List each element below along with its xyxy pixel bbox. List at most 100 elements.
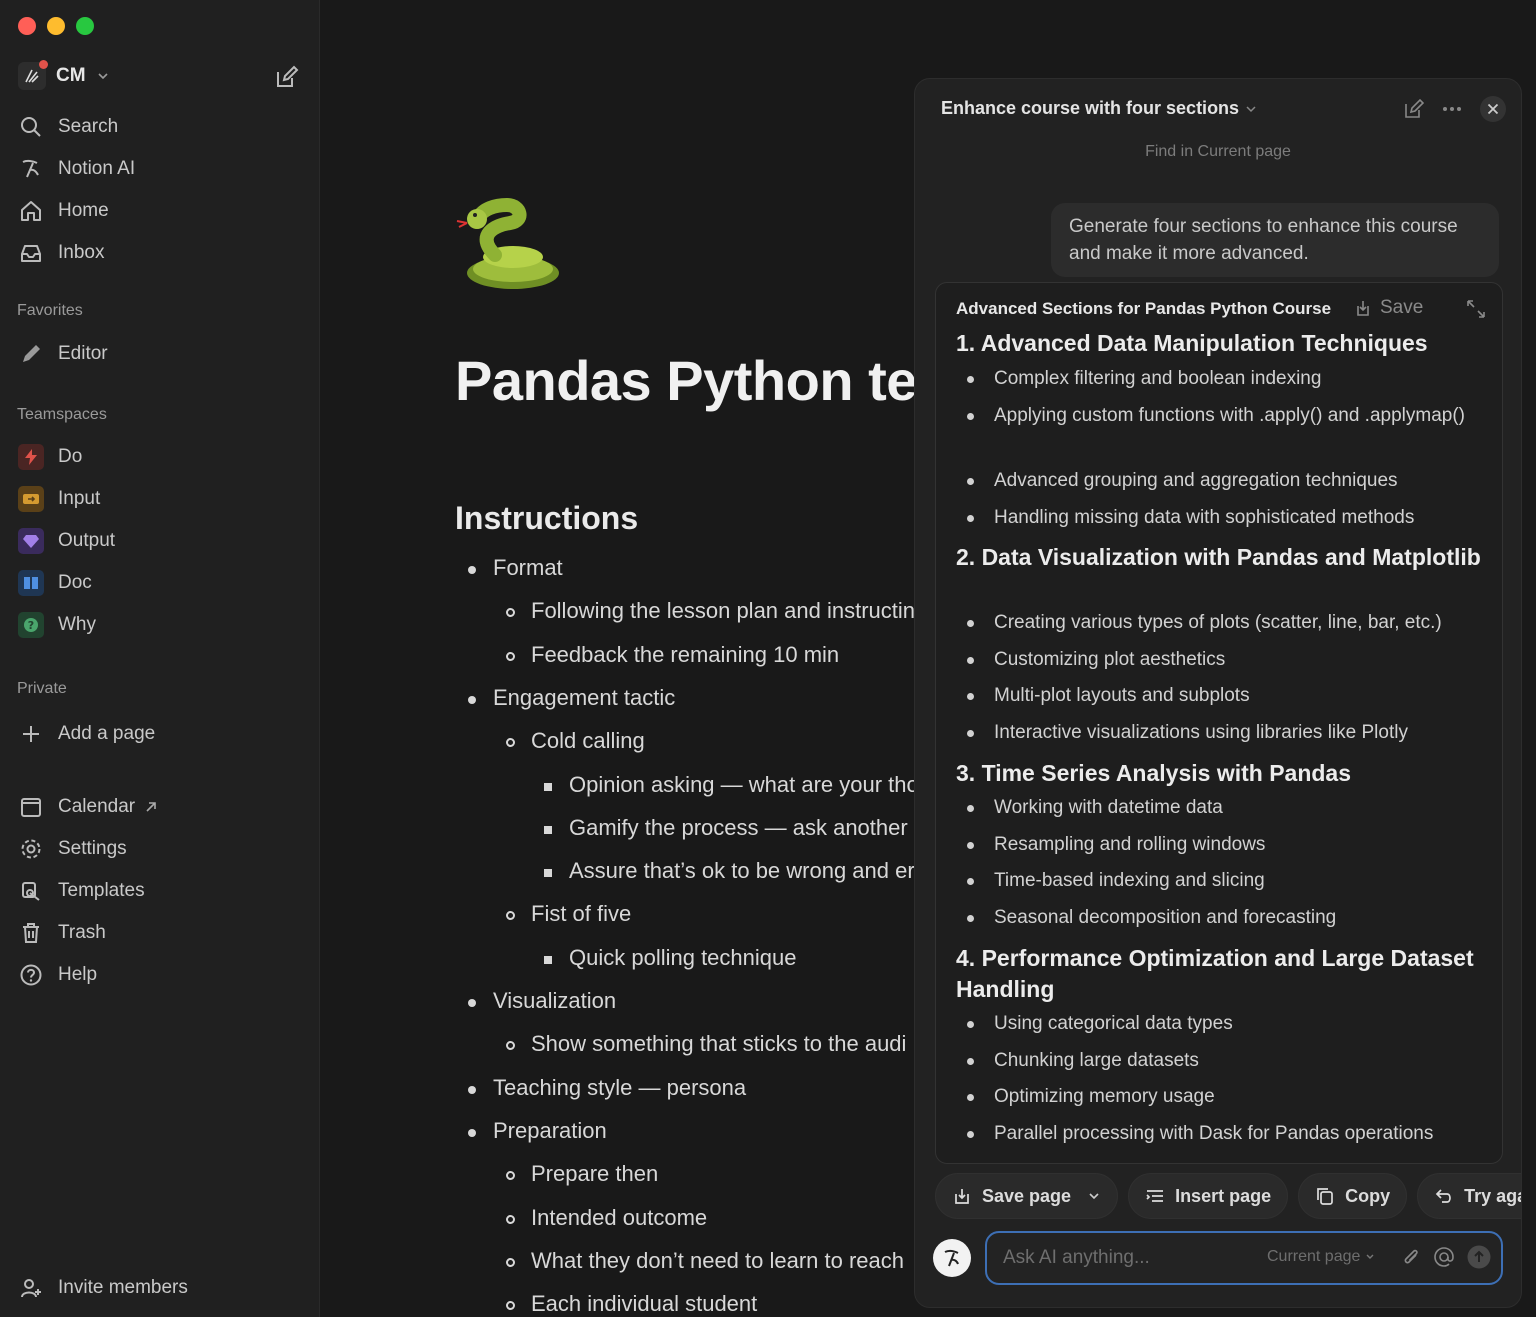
send-icon[interactable] bbox=[1467, 1245, 1491, 1269]
section-bullet: Working with datetime data bbox=[967, 794, 1474, 822]
expand-icon[interactable] bbox=[1464, 297, 1488, 321]
chat-title-dropdown[interactable]: Enhance course with four sections bbox=[941, 98, 1257, 119]
private-heading[interactable]: Private bbox=[17, 680, 67, 698]
list-item[interactable]: Each individual student bbox=[505, 1291, 757, 1317]
list-item[interactable]: Prepare then bbox=[505, 1161, 658, 1187]
snake-emoji-icon[interactable] bbox=[455, 195, 565, 295]
sidebar-item-label: Help bbox=[58, 964, 98, 985]
sidebar-item-input[interactable]: Input bbox=[18, 484, 100, 514]
list-item[interactable]: Cold calling bbox=[506, 728, 645, 754]
copy-label: Copy bbox=[1345, 1185, 1391, 1206]
save-icon bbox=[955, 1189, 969, 1204]
list-item[interactable]: Visualization bbox=[467, 988, 616, 1014]
insert-icon bbox=[1146, 1190, 1164, 1202]
section-heading: 1. Advanced Data Manipulation Techniques bbox=[956, 330, 1428, 356]
sidebar-item-search[interactable]: Search bbox=[18, 112, 118, 142]
response-actions: Save page Insert page Copy Try aga bbox=[935, 1173, 1521, 1219]
close-icon[interactable] bbox=[1479, 95, 1507, 123]
chat-title: Enhance course with four sections bbox=[941, 98, 1240, 118]
trash-icon bbox=[23, 923, 39, 943]
panel-toolbar bbox=[1403, 95, 1507, 123]
sidebar-item-templates[interactable]: Templates bbox=[18, 876, 145, 906]
sidebar-item-label: Notion AI bbox=[58, 158, 136, 179]
list-item[interactable]: Format bbox=[468, 555, 563, 581]
sidebar-item-label: Home bbox=[58, 200, 109, 221]
list-item[interactable]: Feedback the remaining 10 min bbox=[505, 642, 839, 668]
list-item[interactable]: Assure that’s ok to be wrong and er bbox=[544, 858, 915, 884]
list-item[interactable]: Teaching style — persona bbox=[467, 1075, 746, 1101]
chevron-down-icon[interactable] bbox=[1087, 1189, 1101, 1203]
workspace-switcher[interactable]: CM bbox=[18, 60, 110, 90]
section-bullet: Creating various types of plots (scatter… bbox=[967, 609, 1474, 637]
zoom-window-button[interactable] bbox=[76, 17, 94, 35]
mention-icon[interactable] bbox=[1433, 1246, 1455, 1268]
save-page-button[interactable]: Save page bbox=[935, 1173, 1119, 1219]
sidebar-item-label: Inbox bbox=[58, 242, 105, 263]
invite-label: Invite members bbox=[58, 1277, 188, 1298]
sidebar-item-output[interactable]: Output bbox=[18, 526, 115, 556]
sidebar-item-trash[interactable]: Trash bbox=[18, 918, 106, 948]
window-controls bbox=[18, 17, 94, 35]
new-page-icon[interactable] bbox=[274, 64, 300, 90]
list-item[interactable]: Intended outcome bbox=[505, 1205, 707, 1231]
user-message: Generate four sections to enhance this c… bbox=[1051, 203, 1499, 277]
section-heading: 3. Time Series Analysis with Pandas bbox=[956, 760, 1352, 786]
sidebar-item-calendar[interactable]: Calendar bbox=[18, 792, 159, 822]
gem-icon bbox=[18, 528, 44, 554]
section-bullet: Seasonal decomposition and forecasting bbox=[967, 904, 1474, 932]
sidebar-item-help[interactable]: Help bbox=[18, 960, 97, 990]
minimize-window-button[interactable] bbox=[47, 17, 65, 35]
list-item[interactable]: Fist of five bbox=[505, 901, 631, 927]
input-icon bbox=[18, 486, 44, 512]
page-title[interactable]: Pandas Python tes bbox=[455, 348, 920, 413]
workspace-avatar bbox=[18, 60, 48, 90]
list-item[interactable]: Gamify the process — ask another t bbox=[544, 815, 920, 841]
sidebar-item-inbox[interactable]: Inbox bbox=[18, 238, 104, 268]
section-bullet: Multi-plot layouts and subplots bbox=[967, 682, 1474, 710]
section-heading: 4. Performance Optimization and Large Da… bbox=[956, 945, 1474, 1002]
sidebar: CM Search Notion AI Home Inbox Favorites… bbox=[0, 0, 320, 1317]
invite-icon bbox=[21, 1279, 41, 1298]
scope-selector[interactable]: Current page bbox=[1267, 1248, 1375, 1266]
list-item[interactable]: Engagement tactic bbox=[467, 685, 675, 711]
sidebar-item-notion-ai[interactable]: Notion AI bbox=[18, 154, 135, 184]
ai-chat-panel: Enhance course with four sections Find i… bbox=[914, 78, 1522, 1308]
section-bullet: Resampling and rolling windows bbox=[967, 831, 1474, 859]
sidebar-item-settings[interactable]: Settings bbox=[18, 834, 127, 864]
insert-page-button[interactable]: Insert page bbox=[1128, 1173, 1289, 1219]
close-window-button[interactable] bbox=[18, 17, 36, 35]
try-again-button[interactable]: Try aga bbox=[1417, 1173, 1521, 1219]
list-item[interactable]: What they don’t need to learn to reach bbox=[505, 1248, 904, 1274]
calendar-icon bbox=[21, 798, 41, 817]
teamspaces-heading[interactable]: Teamspaces bbox=[17, 406, 107, 424]
invite-members-button[interactable]: Invite members bbox=[18, 1273, 188, 1303]
find-in-page-hint[interactable]: Find in Current page bbox=[915, 143, 1521, 161]
list-item[interactable]: Show something that sticks to the audi bbox=[505, 1031, 906, 1057]
section-bullet: Using categorical data types bbox=[967, 1010, 1474, 1038]
section-bullet: Interactive visualizations using librari… bbox=[967, 719, 1474, 747]
sidebar-item-doc[interactable]: Doc bbox=[18, 568, 92, 598]
sidebar-item-do[interactable]: Do bbox=[18, 442, 82, 472]
new-chat-icon[interactable] bbox=[1403, 98, 1425, 120]
copy-button[interactable]: Copy bbox=[1298, 1173, 1408, 1219]
plus-icon bbox=[23, 726, 39, 742]
ask-ai-input[interactable]: Ask AI anything... Current page bbox=[985, 1231, 1503, 1285]
favorites-heading[interactable]: Favorites bbox=[17, 302, 83, 320]
list-item[interactable]: Preparation bbox=[468, 1118, 607, 1144]
sidebar-item-editor[interactable]: Editor bbox=[18, 339, 108, 369]
sidebar-item-why[interactable]: ? Why bbox=[18, 610, 96, 640]
add-page-button[interactable]: Add a page bbox=[18, 719, 155, 749]
instructions-heading[interactable]: Instructions bbox=[455, 500, 638, 537]
list-item[interactable]: Following the lesson plan and instructin bbox=[505, 598, 915, 624]
list-item[interactable]: Quick polling technique bbox=[543, 945, 796, 971]
section-bullet: Time-based indexing and slicing bbox=[967, 867, 1474, 895]
response-save-button[interactable]: Save bbox=[1354, 297, 1423, 319]
more-options-icon[interactable] bbox=[1441, 98, 1463, 120]
sidebar-item-label: Editor bbox=[58, 343, 108, 364]
section-bullet: Chunking large datasets bbox=[967, 1047, 1474, 1075]
gear-icon bbox=[21, 839, 41, 859]
attachment-icon[interactable] bbox=[1401, 1246, 1421, 1268]
sidebar-item-home[interactable]: Home bbox=[18, 196, 109, 226]
list-item[interactable]: Opinion asking — what are your tho bbox=[544, 772, 919, 798]
notion-ai-icon bbox=[22, 159, 39, 178]
